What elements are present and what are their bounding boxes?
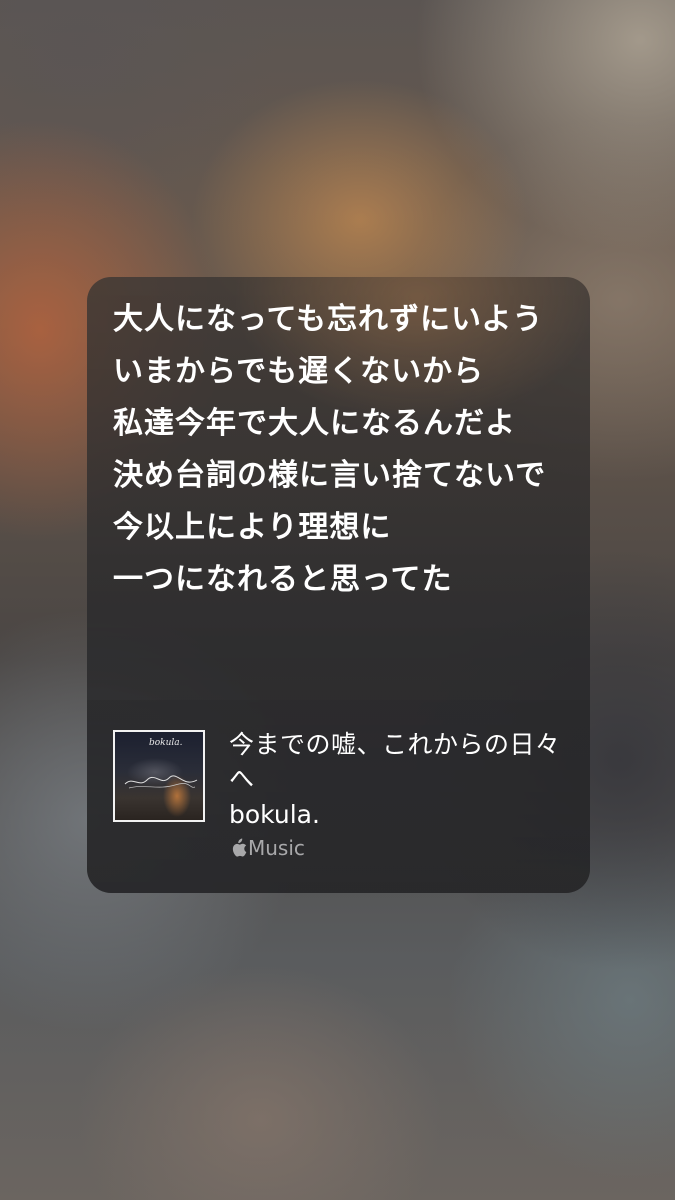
- lyric-line: 決め台詞の様に言い捨てないで: [113, 458, 547, 493]
- album-artwork[interactable]: bokula.: [113, 730, 205, 822]
- track-info[interactable]: bokula. 今までの嘘、これからの日々へ bokula. Music: [87, 700, 590, 893]
- artwork-logo-text: bokula.: [149, 738, 183, 748]
- apple-music-label: Music: [248, 836, 305, 860]
- artwork-scribble-icon: [124, 775, 198, 789]
- apple-icon: [232, 838, 247, 857]
- lyric-line: 私達今年で大人になるんだよ: [113, 406, 516, 441]
- lyrics-block: 大人になっても忘れずにいよう いまからでも遅くないから 私達今年で大人になるんだ…: [113, 301, 573, 613]
- lyric-line: 今以上により理想に: [113, 510, 392, 545]
- lyrics-share-card[interactable]: 大人になっても忘れずにいよう いまからでも遅くないから 私達今年で大人になるんだ…: [87, 277, 590, 893]
- lyric-line: 大人になっても忘れずにいよう: [113, 302, 544, 337]
- apple-music-badge: Music: [229, 836, 305, 860]
- artist-name: bokula.: [229, 800, 320, 829]
- lyric-line: いまからでも遅くないから: [113, 354, 485, 389]
- song-title: 今までの嘘、これからの日々へ: [229, 730, 561, 793]
- lyric-line: 一つになれると思ってた: [113, 562, 453, 597]
